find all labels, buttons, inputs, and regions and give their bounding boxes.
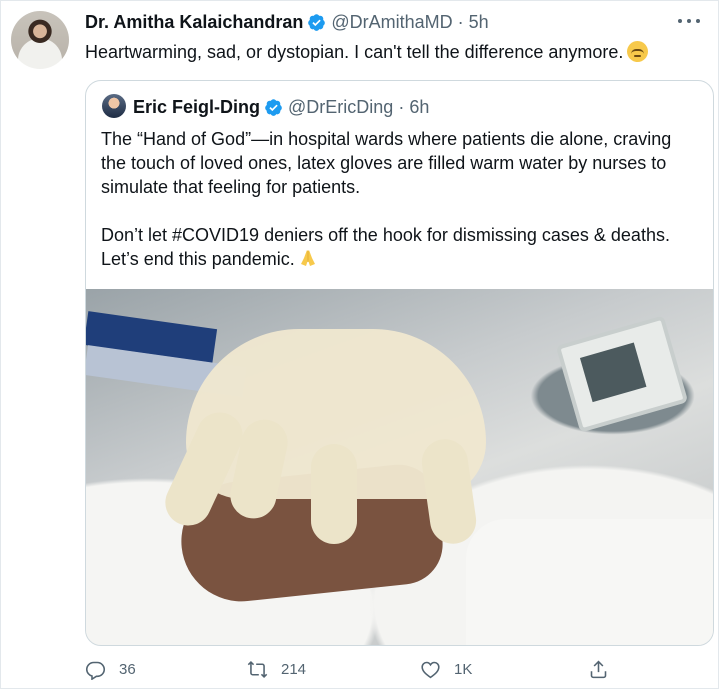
reply-icon xyxy=(85,661,106,680)
reply-count: 36 xyxy=(119,660,136,678)
more-options-icon[interactable] xyxy=(678,13,700,29)
tweet-actions: 36 214 1K xyxy=(85,657,625,681)
quoted-tweet-image[interactable] xyxy=(86,289,713,645)
quoted-paragraph-2-wrap: Don’t let #COVID19 deniers off the hook … xyxy=(101,223,706,271)
author-handle[interactable]: @DrAmithaMD xyxy=(331,12,452,33)
quoted-author-handle: @DrEricDing xyxy=(288,96,394,117)
author-avatar[interactable] xyxy=(11,11,69,69)
verified-badge-icon xyxy=(265,98,282,116)
tweet-text: Heartwarming, sad, or dystopian. I can't… xyxy=(85,40,649,64)
author-name[interactable]: Dr. Amitha Kalaichandran xyxy=(85,12,303,33)
share-icon xyxy=(590,660,607,678)
quoted-tweet-text: The “Hand of God”—in hospital wards wher… xyxy=(101,127,706,271)
tweet-header: Dr. Amitha Kalaichandran @DrAmithaMD · 5… xyxy=(85,11,489,33)
quoted-tweet-time: 6h xyxy=(409,96,430,117)
quoted-paragraph-2: Don’t let #COVID19 deniers off the hook … xyxy=(101,225,670,269)
retweet-button[interactable]: 214 xyxy=(247,657,306,681)
separator-dot: · xyxy=(398,96,405,117)
quoted-tweet[interactable]: Eric Feigl-Ding @DrEricDing · 6h The “Ha… xyxy=(85,80,714,646)
share-button[interactable] xyxy=(588,657,609,681)
heart-icon xyxy=(421,661,440,678)
quoted-author-name: Eric Feigl-Ding xyxy=(133,96,261,117)
like-count: 1K xyxy=(454,660,473,678)
tweet-card[interactable]: Dr. Amitha Kalaichandran @DrAmithaMD · 5… xyxy=(0,0,719,689)
tweet-time[interactable]: 5h xyxy=(469,12,489,33)
quoted-author-avatar xyxy=(102,94,126,118)
retweet-icon xyxy=(247,660,268,678)
retweet-count: 214 xyxy=(281,660,307,678)
reply-button[interactable]: 36 xyxy=(85,657,136,681)
pensive-face-emoji-icon xyxy=(627,41,649,62)
like-button[interactable]: 1K xyxy=(420,657,472,681)
quoted-paragraph-1: The “Hand of God”—in hospital wards wher… xyxy=(101,129,672,197)
quoted-tweet-header: Eric Feigl-Ding @DrEricDing · 6h xyxy=(133,96,429,118)
tweet-text-content: Heartwarming, sad, or dystopian. I can't… xyxy=(85,42,624,62)
folded-hands-emoji-icon xyxy=(300,250,315,266)
verified-badge-icon xyxy=(308,13,326,31)
separator-dot: · xyxy=(457,11,464,32)
